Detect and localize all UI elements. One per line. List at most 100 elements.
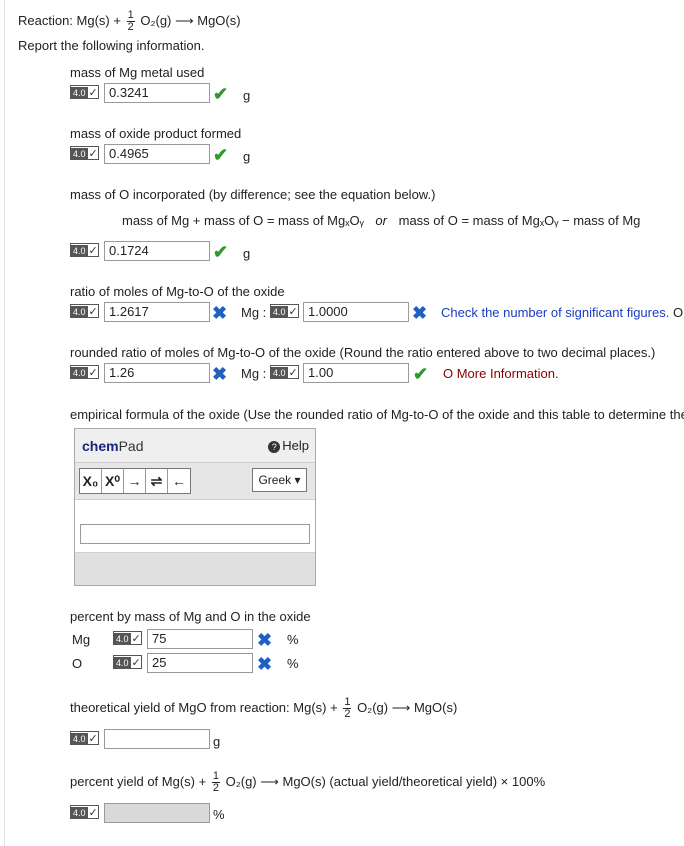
incorrect-x-icon: ✖ bbox=[412, 303, 428, 323]
page-left-border bbox=[4, 0, 5, 846]
q7-mg-unit: % bbox=[287, 632, 299, 647]
q8-points-badge: 4.0 ✓ bbox=[70, 731, 99, 745]
q7-o-points-badge: 4.0 ✓ bbox=[113, 655, 142, 669]
q9-points-badge: 4.0 ✓ bbox=[70, 805, 99, 819]
chempad-title-rest: Pad bbox=[118, 438, 144, 454]
q5-mg-input[interactable]: 1.26 bbox=[104, 363, 210, 383]
q4-points-badge: 4.0 ✓ bbox=[70, 304, 99, 318]
q7-o-element: O bbox=[72, 656, 83, 671]
subscript-button[interactable]: X₀ bbox=[80, 469, 102, 493]
q7-mg-element: Mg bbox=[72, 632, 91, 647]
chempad-help-button[interactable]: ? Help bbox=[268, 438, 309, 453]
check-icon: ✓ bbox=[288, 367, 298, 379]
frac-den: 2 bbox=[212, 782, 219, 794]
chempad-toolbar: X₀ X⁰ → ⇌ ← Greek ▾ bbox=[75, 463, 315, 500]
q2-label: mass of oxide product formed bbox=[70, 126, 242, 141]
incorrect-x-icon: ✖ bbox=[257, 630, 273, 650]
arrow-left-button[interactable]: ← bbox=[168, 469, 190, 493]
q3-label: mass of O incorporated (by difference; s… bbox=[70, 187, 436, 202]
check-icon: ✓ bbox=[288, 306, 298, 318]
check-icon: ✓ bbox=[88, 87, 98, 99]
points: 4.0 bbox=[71, 733, 88, 745]
reaction-prefix: Reaction: Mg(s) + bbox=[18, 12, 121, 28]
help-label: Help bbox=[282, 438, 309, 453]
q7-mg-input[interactable]: 75 bbox=[147, 629, 253, 649]
points: 4.0 bbox=[71, 306, 88, 318]
feedback-text: Check the number of significant figures. bbox=[441, 305, 670, 320]
equilibrium-arrow-button[interactable]: ⇌ bbox=[146, 469, 168, 493]
correct-check-icon: ✔ bbox=[213, 145, 229, 165]
chempad-entry-area bbox=[75, 500, 315, 553]
correct-check-icon: ✔ bbox=[413, 364, 429, 384]
points: 4.0 bbox=[71, 367, 88, 379]
check-icon: ✓ bbox=[88, 367, 98, 379]
chempad: chemPad ? Help X₀ X⁰ → ⇌ ← Greek ▾ bbox=[74, 428, 316, 586]
frac-den: 2 bbox=[344, 708, 351, 720]
q1-label: mass of Mg metal used bbox=[70, 65, 205, 80]
reaction-suffix: O₂(g) ⟶ MgO(s) bbox=[140, 12, 241, 28]
q1-input[interactable]: 0.3241 bbox=[104, 83, 210, 103]
feedback-cont: O bbox=[672, 305, 684, 320]
q4-mg-label: Mg : bbox=[241, 305, 267, 320]
check-icon: ✓ bbox=[88, 245, 98, 257]
reaction-line: Reaction: Mg(s) + 12 O₂(g) ⟶ MgO(s) bbox=[18, 10, 241, 33]
q7-mg-points-badge: 4.0 ✓ bbox=[113, 631, 142, 645]
q9-label: percent yield of Mg(s) + 12 O₂(g) ⟶ MgO(… bbox=[70, 771, 545, 794]
correct-check-icon: ✔ bbox=[213, 242, 229, 262]
q6-label: empirical formula of the oxide (Use the … bbox=[70, 407, 684, 422]
fraction-half: 12 bbox=[343, 697, 352, 720]
q9-input[interactable] bbox=[104, 803, 210, 823]
check-icon: ✓ bbox=[131, 657, 141, 669]
fraction-half: 12 bbox=[126, 10, 135, 33]
q3-unit: g bbox=[243, 246, 251, 261]
q9-label-suffix: O₂(g) ⟶ MgO(s) (actual yield/theoretical… bbox=[225, 773, 546, 789]
q8-label-prefix: theoretical yield of MgO from reaction: … bbox=[70, 699, 338, 715]
q8-input[interactable] bbox=[104, 729, 210, 749]
q2-points-badge: 4.0 ✓ bbox=[70, 146, 99, 160]
chempad-title-bold: chem bbox=[82, 438, 119, 454]
equation-right: mass of O = mass of MgₓOᵧ − mass of Mg bbox=[398, 213, 641, 228]
fraction-half: 12 bbox=[211, 771, 220, 794]
chempad-formula-input[interactable] bbox=[80, 524, 310, 544]
points: 4.0 bbox=[71, 148, 88, 160]
q4-mg-input[interactable]: 1.2617 bbox=[104, 302, 210, 322]
equation-or: or bbox=[375, 213, 387, 228]
q2-input[interactable]: 0.4965 bbox=[104, 144, 210, 164]
correct-check-icon: ✔ bbox=[213, 84, 229, 104]
chempad-header: chemPad ? Help bbox=[75, 429, 315, 463]
superscript-button[interactable]: X⁰ bbox=[102, 469, 124, 493]
q7-o-input[interactable]: 25 bbox=[147, 653, 253, 673]
q5-mg-label: Mg : bbox=[241, 366, 267, 381]
arrow-right-button[interactable]: → bbox=[124, 469, 146, 493]
check-icon: ✓ bbox=[88, 807, 98, 819]
q7-label: percent by mass of Mg and O in the oxide bbox=[70, 609, 311, 624]
points: 4.0 bbox=[71, 245, 88, 257]
q3-points-badge: 4.0 ✓ bbox=[70, 243, 99, 257]
incorrect-x-icon: ✖ bbox=[257, 654, 273, 674]
q5-o-input[interactable]: 1.00 bbox=[303, 363, 409, 383]
incorrect-x-icon: ✖ bbox=[212, 364, 228, 384]
greek-dropdown[interactable]: Greek ▾ bbox=[252, 468, 307, 492]
q9-label-prefix: percent yield of Mg(s) + bbox=[70, 773, 207, 789]
q4-label: ratio of moles of Mg-to-O of the oxide bbox=[70, 284, 285, 299]
q4-o-points-badge: 4.0 ✓ bbox=[270, 304, 299, 318]
chempad-title: chemPad bbox=[82, 438, 144, 454]
points: 4.0 bbox=[114, 657, 131, 669]
q8-label: theoretical yield of MgO from reaction: … bbox=[70, 697, 457, 720]
q2-unit: g bbox=[243, 149, 251, 164]
instruction: Report the following information. bbox=[18, 38, 205, 53]
q3-input[interactable]: 0.1724 bbox=[104, 241, 210, 261]
points: 4.0 bbox=[71, 807, 88, 819]
equation-left: mass of Mg + mass of O = mass of MgₓOᵧ bbox=[122, 213, 364, 228]
q4-feedback: Check the number of significant figures.… bbox=[441, 305, 683, 320]
check-icon: ✓ bbox=[131, 633, 141, 645]
q5-label: rounded ratio of moles of Mg-to-O of the… bbox=[70, 345, 656, 360]
more-information-link[interactable]: O More Information. bbox=[443, 366, 559, 381]
q1-points-badge: 4.0 ✓ bbox=[70, 85, 99, 99]
q4-o-input[interactable]: 1.0000 bbox=[303, 302, 409, 322]
formatting-buttons: X₀ X⁰ → ⇌ ← bbox=[79, 468, 191, 494]
q8-label-suffix: O₂(g) ⟶ MgO(s) bbox=[357, 699, 458, 715]
help-icon: ? bbox=[268, 441, 281, 453]
q8-unit: g bbox=[213, 734, 221, 749]
q5-o-points-badge: 4.0 ✓ bbox=[270, 365, 299, 379]
